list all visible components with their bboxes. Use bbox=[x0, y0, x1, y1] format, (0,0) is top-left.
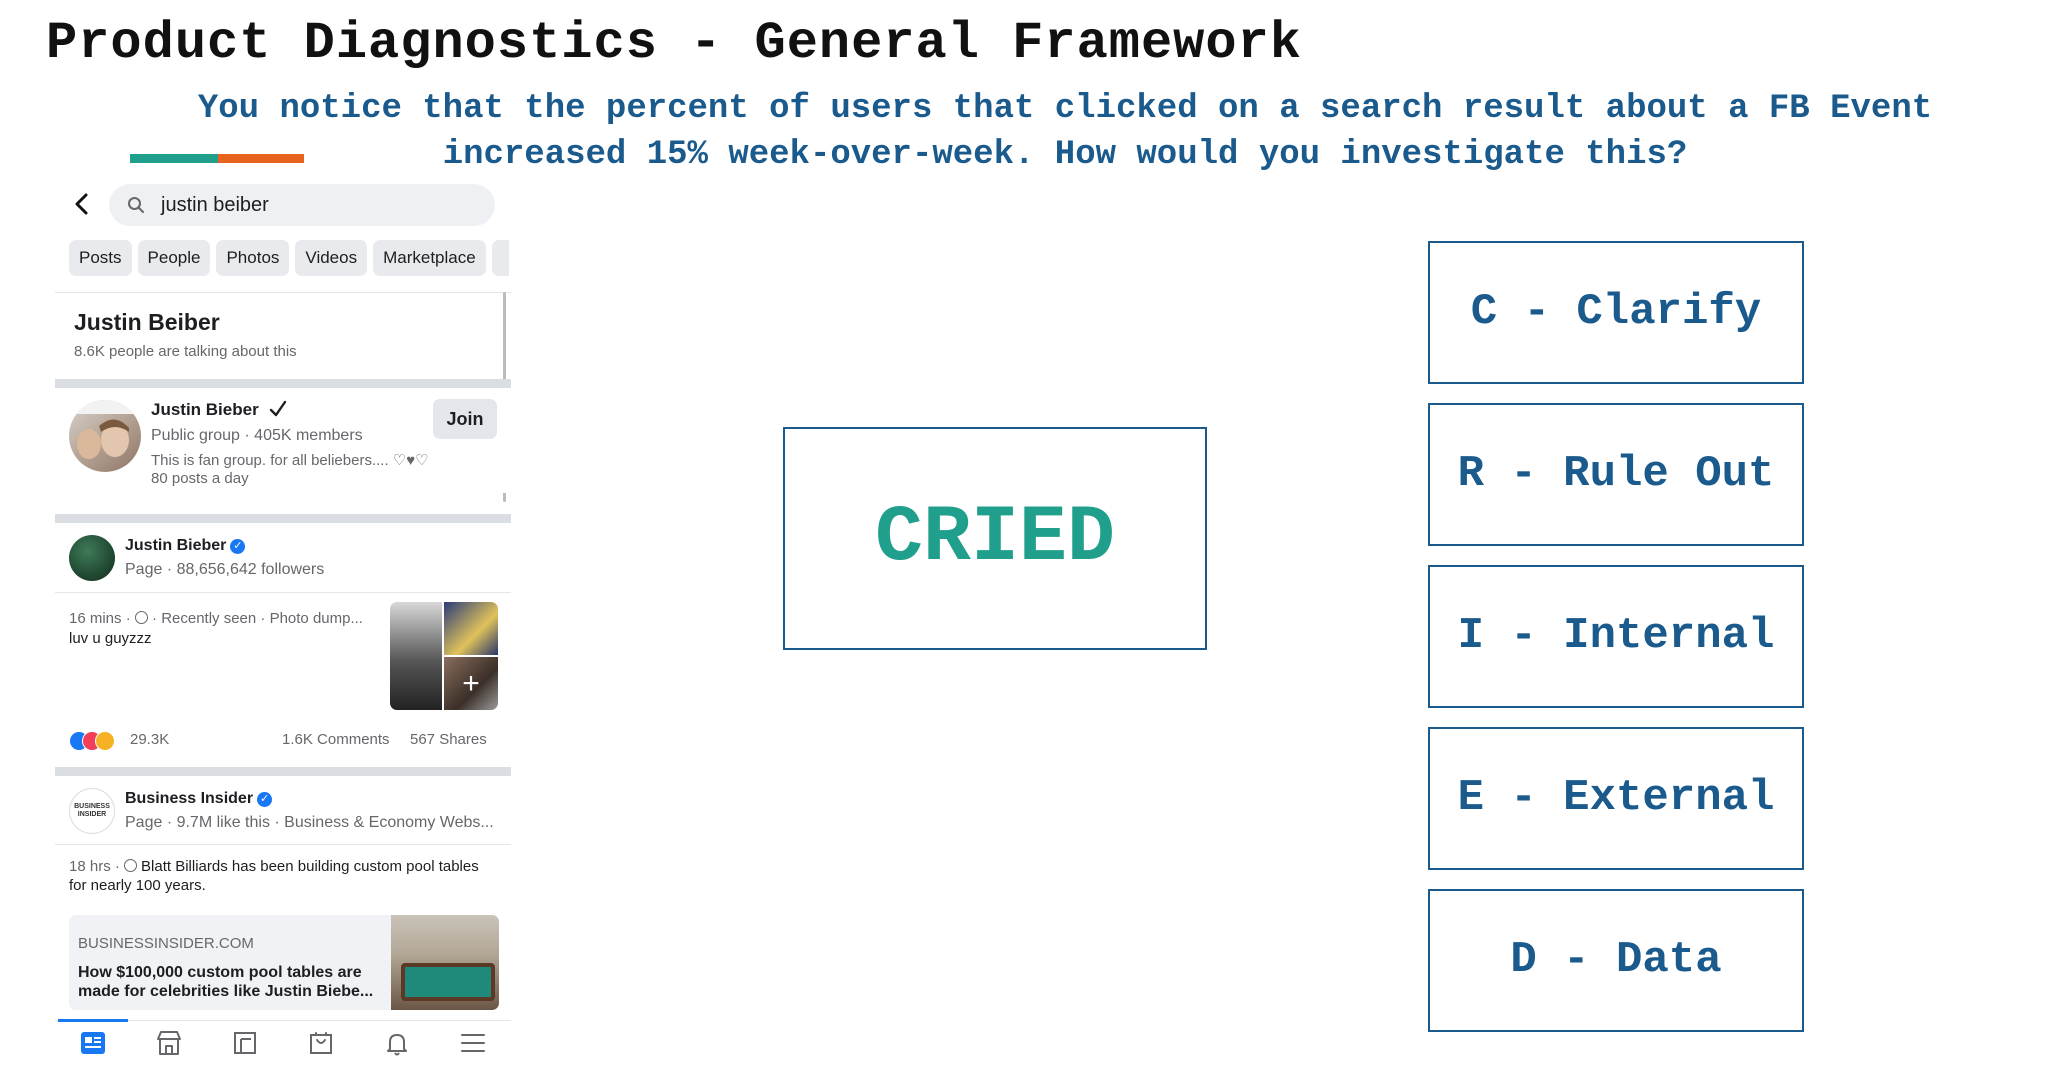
publisher-avatar: BUSINESS INSIDER bbox=[69, 788, 115, 834]
checkmark-icon bbox=[269, 400, 287, 417]
search-bar: justin beiber bbox=[55, 180, 511, 228]
step-clarify: C - Clarify bbox=[1428, 241, 1804, 384]
photo-collage[interactable]: + bbox=[390, 602, 498, 710]
group-name-row: Justin Bieber bbox=[151, 400, 287, 420]
pages-icon[interactable] bbox=[231, 1029, 259, 1057]
question-line-2: increased 15% week-over-week. How would … bbox=[442, 136, 1688, 174]
page-result[interactable]: Justin Bieber ✓ Page · 88,656,642 followe… bbox=[55, 523, 511, 591]
page-avatar bbox=[69, 535, 115, 581]
link-headline: How $100,000 custom pool tables are made… bbox=[78, 964, 374, 1000]
comment-count[interactable]: 1.6K Comments bbox=[282, 731, 390, 748]
post-time: 16 mins · bbox=[69, 610, 135, 627]
haha-reaction-icon bbox=[95, 731, 115, 751]
facebook-search-screenshot: justin beiber Posts People Photos Videos Mar… bbox=[55, 180, 511, 1065]
post-status: · Recently seen · Photo dump... bbox=[147, 610, 363, 627]
page-name: Justin Bieber bbox=[125, 537, 227, 554]
topic-header: Justin Beiber 8.6K people are talking ab… bbox=[55, 292, 511, 373]
globe-icon bbox=[134, 611, 148, 624]
article-text-block: 18 hrs · Blatt Billiards has been buildi… bbox=[69, 857, 499, 895]
group-name: Justin Bieber bbox=[151, 400, 259, 419]
bottom-nav bbox=[55, 1019, 511, 1065]
group-activity: 80 posts a day bbox=[151, 470, 249, 487]
cried-acronym: CRIED bbox=[874, 493, 1116, 584]
verified-badge-icon: ✓ bbox=[257, 792, 273, 807]
news-feed-icon[interactable] bbox=[79, 1029, 107, 1057]
pool-table-image bbox=[401, 963, 495, 1001]
page-name-row: Justin Bieber ✓ bbox=[125, 537, 246, 555]
chip-posts[interactable]: Posts bbox=[69, 240, 132, 276]
topic-title: Justin Beiber bbox=[74, 309, 220, 335]
menu-icon[interactable] bbox=[459, 1029, 487, 1057]
publisher-meta: Page · 9.7M like this · Business & Econo… bbox=[125, 814, 494, 831]
notifications-icon[interactable] bbox=[383, 1029, 411, 1057]
search-query: justin beiber bbox=[161, 194, 269, 216]
post-meta: 16 mins · · Recently seen · Photo dump..… bbox=[69, 610, 363, 627]
group-result[interactable]: Justin Bieber Public group · 405K member… bbox=[55, 388, 511, 493]
publisher-name-row: Business Insider ✓ bbox=[125, 790, 273, 808]
article-time: 18 hrs · bbox=[69, 858, 125, 875]
link-preview[interactable]: BUSINESSINSIDER.COM How $100,000 custom … bbox=[69, 915, 499, 1010]
chip-people[interactable]: People bbox=[137, 240, 211, 276]
accent-bar-teal bbox=[130, 154, 218, 163]
publisher-name: Business Insider bbox=[125, 790, 254, 807]
step-rule-out: R - Rule Out bbox=[1428, 403, 1804, 546]
active-tab-indicator bbox=[58, 1019, 128, 1022]
chip-videos[interactable]: Videos bbox=[295, 240, 368, 276]
shop-icon[interactable] bbox=[307, 1029, 335, 1057]
search-input[interactable]: justin beiber bbox=[109, 184, 495, 226]
search-icon bbox=[128, 197, 144, 213]
photo-thumb bbox=[390, 602, 442, 710]
post-text: luv u guyzzz bbox=[69, 630, 152, 647]
chip-marketplace[interactable]: Marketplace bbox=[373, 240, 486, 276]
more-photos-indicator: + bbox=[462, 667, 480, 700]
divider bbox=[55, 767, 511, 776]
step-internal: I - Internal bbox=[1428, 565, 1804, 708]
article-result[interactable]: 18 hrs · Blatt Billiards has been buildi… bbox=[55, 845, 511, 1020]
reaction-count[interactable]: 29.3K bbox=[130, 731, 169, 748]
question-text: You notice that the percent of users tha… bbox=[82, 86, 2048, 178]
verified-badge-icon: ✓ bbox=[230, 539, 246, 554]
slide-title: Product Diagnostics - General Framework bbox=[46, 14, 1302, 73]
group-meta: Public group · 405K members bbox=[151, 427, 363, 444]
step-external: E - External bbox=[1428, 727, 1804, 870]
join-button[interactable]: Join bbox=[433, 399, 497, 439]
divider bbox=[55, 379, 511, 388]
topic-subtitle: 8.6K people are talking about this bbox=[74, 343, 297, 360]
globe-icon bbox=[124, 859, 138, 872]
page-meta: Page · 88,656,642 followers bbox=[125, 561, 325, 578]
chip-more[interactable] bbox=[491, 240, 509, 276]
post-result[interactable]: 16 mins · · Recently seen · Photo dump..… bbox=[55, 593, 511, 763]
photo-thumb bbox=[444, 602, 498, 655]
group-avatar bbox=[69, 400, 141, 472]
step-data: D - Data bbox=[1428, 889, 1804, 1032]
cried-acronym-box: CRIED bbox=[783, 427, 1207, 650]
chip-photos[interactable]: Photos bbox=[216, 240, 290, 276]
back-arrow-icon[interactable] bbox=[71, 192, 93, 216]
question-line-1: You notice that the percent of users tha… bbox=[197, 90, 1933, 128]
group-description: This is fan group. for all beliebers....… bbox=[151, 452, 429, 469]
filter-chips: Posts People Photos Videos Marketplace bbox=[69, 240, 509, 278]
marketplace-icon[interactable] bbox=[155, 1029, 183, 1057]
publisher-logo-text: BUSINESS INSIDER bbox=[74, 803, 110, 818]
link-thumbnail bbox=[391, 915, 499, 1010]
divider bbox=[55, 514, 511, 523]
share-count[interactable]: 567 Shares bbox=[410, 731, 487, 748]
link-domain: BUSINESSINSIDER.COM bbox=[78, 935, 254, 952]
publisher-result[interactable]: BUSINESS INSIDER Business Insider ✓ Page … bbox=[55, 776, 511, 844]
accent-bar-orange bbox=[218, 154, 304, 163]
